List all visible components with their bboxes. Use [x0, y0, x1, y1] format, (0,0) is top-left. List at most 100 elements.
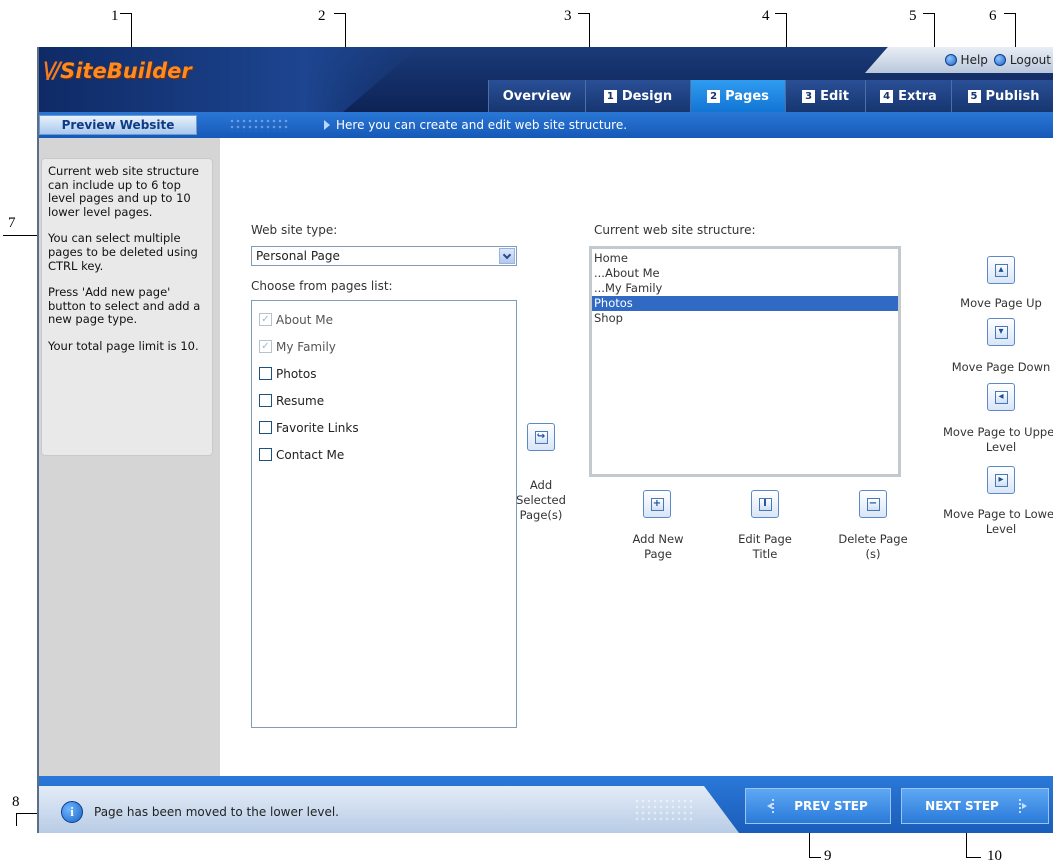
help-text: Your total page limit is 10.	[48, 338, 199, 353]
callout-9: 9	[824, 848, 832, 864]
callout-2: 2	[318, 8, 326, 24]
top-links: Help Logout	[865, 47, 1053, 73]
move-page-lower-level-button[interactable]: ▸	[987, 466, 1015, 494]
callout-6: 6	[989, 8, 997, 24]
callout-3: 3	[564, 8, 572, 24]
tab-publish[interactable]: 5 Publish	[951, 80, 1053, 112]
callout-5: 5	[909, 8, 917, 24]
pages-list-label: Choose from pages list:	[251, 279, 393, 293]
info-icon: i	[61, 801, 83, 823]
structure-item[interactable]: ...My Family	[592, 281, 898, 296]
next-step-label: NEXT STEP	[925, 799, 999, 813]
dropdown-button[interactable]	[499, 248, 515, 264]
page-option-label: My Family	[276, 339, 336, 354]
move-page-up-label: Move Page Up	[960, 296, 1042, 310]
step-number-icon: 1	[603, 89, 617, 103]
page-option-about-me: ✓ About Me	[252, 306, 516, 333]
add-new-page-label: Add New Page	[632, 532, 684, 561]
add-to-structure-icon: ↪	[534, 430, 548, 444]
callout-7: 7	[8, 215, 16, 231]
text-cursor-icon: I	[758, 497, 772, 511]
arrow-left-icon: ◂	[994, 390, 1008, 404]
next-arrow-icon	[1015, 799, 1027, 813]
site-type-select[interactable]: Personal Page	[251, 246, 517, 266]
callout-10: 10	[987, 848, 1002, 864]
move-page-up-button[interactable]: ▴	[987, 256, 1015, 284]
tab-edit[interactable]: 3 Edit	[785, 80, 865, 112]
tab-label: Pages	[725, 88, 769, 104]
site-type-value: Personal Page	[256, 249, 340, 263]
site-structure-list[interactable]: Home ...About Me ...My Family Photos Sho…	[589, 246, 901, 477]
tab-extra[interactable]: 4 Extra	[865, 80, 951, 112]
footer-bar: i Page has been moved to the lower level…	[39, 776, 1053, 833]
move-page-upper-level-button[interactable]: ◂	[987, 383, 1015, 411]
tab-label: Overview	[502, 88, 572, 104]
sitebuilder-app: \// SiteBuilder Help Logout Overview 1 D…	[37, 47, 1053, 833]
tab-overview[interactable]: Overview	[488, 80, 585, 112]
help-text: Press 'Add new page' button to select an…	[48, 285, 201, 327]
page-option-photos[interactable]: Photos	[252, 360, 516, 387]
help-panel: Current web site structure can include u…	[41, 158, 213, 456]
tab-label: Publish	[985, 88, 1040, 104]
checkbox[interactable]	[259, 394, 272, 407]
pages-editor: Web site type: Personal Page Choose from…	[220, 138, 1053, 776]
prev-step-button[interactable]: PREV STEP	[745, 788, 891, 824]
tab-label: Design	[621, 88, 673, 104]
delete-page-button[interactable]: −	[859, 490, 887, 518]
page-option-label: Resume	[276, 393, 325, 408]
move-page-upper-level-label: Move Page to Upper Level	[942, 425, 1053, 454]
next-step-button[interactable]: NEXT STEP	[901, 788, 1049, 824]
preview-website-button[interactable]: Preview Website	[39, 115, 197, 135]
tab-label: Edit	[820, 88, 849, 104]
step-number-icon: 5	[967, 89, 981, 103]
page-option-label: Favorite Links	[276, 420, 359, 435]
tab-label: Extra	[898, 88, 937, 104]
plus-icon: +	[650, 497, 664, 511]
move-page-down-button[interactable]: ▾	[987, 318, 1015, 346]
help-icon	[944, 54, 957, 66]
callout-8: 8	[12, 794, 20, 810]
help-link[interactable]: Help	[944, 53, 988, 67]
page-option-label: About Me	[276, 312, 334, 327]
site-type-label: Web site type:	[251, 223, 338, 237]
move-page-down-label: Move Page Down	[951, 360, 1051, 374]
arrow-right-icon	[324, 120, 330, 130]
page-option-favorite-links[interactable]: Favorite Links	[252, 414, 516, 441]
help-sidebar: Current web site structure can include u…	[39, 138, 220, 776]
add-selected-pages-button[interactable]: ↪	[527, 423, 555, 451]
logo-mark-icon: \//	[43, 58, 61, 84]
pages-list[interactable]: ✓ About Me ✓ My Family Photos Resume Fav…	[251, 300, 517, 728]
callout-1: 1	[111, 8, 119, 24]
page-option-contact-me[interactable]: Contact Me	[252, 441, 516, 468]
step-number-icon: 3	[802, 89, 816, 103]
logout-label: Logout	[1009, 53, 1051, 67]
page-option-my-family: ✓ My Family	[252, 333, 516, 360]
callout-4: 4	[762, 8, 770, 24]
checkbox[interactable]	[259, 367, 272, 380]
page-option-resume[interactable]: Resume	[252, 387, 516, 414]
structure-item-selected[interactable]: Photos	[592, 296, 898, 311]
arrow-right-icon: ▸	[994, 473, 1008, 487]
edit-page-title-button[interactable]: I	[751, 490, 779, 518]
structure-item[interactable]: Home	[592, 251, 898, 266]
checkbox[interactable]	[259, 421, 272, 434]
structure-item[interactable]: Shop	[592, 311, 898, 326]
minus-icon: −	[866, 497, 880, 511]
sitebuilder-logo[interactable]: \// SiteBuilder	[43, 57, 192, 85]
add-new-page-button[interactable]: +	[643, 490, 671, 518]
logout-link[interactable]: Logout	[993, 53, 1051, 67]
tab-design[interactable]: 1 Design	[585, 80, 690, 112]
structure-item[interactable]: ...About Me	[592, 266, 898, 281]
structure-label: Current web site structure:	[594, 223, 756, 237]
arrow-up-icon: ▴	[994, 263, 1008, 277]
status-message: Page has been moved to the lower level.	[94, 805, 339, 819]
step-number-icon: 2	[707, 89, 721, 103]
main-tabs: Overview 1 Design 2 Pages 3 Edit 4 Extra…	[488, 80, 1053, 112]
tab-pages[interactable]: 2 Pages	[690, 80, 785, 112]
info-message-text: Here you can create and edit web site st…	[336, 118, 628, 132]
checkbox[interactable]	[259, 448, 272, 461]
step-number-icon: 4	[880, 89, 894, 103]
checkbox-checked-disabled: ✓	[259, 340, 272, 353]
help-text: You can select multiple pages to be dele…	[48, 231, 198, 273]
prev-step-label: PREV STEP	[794, 799, 868, 813]
